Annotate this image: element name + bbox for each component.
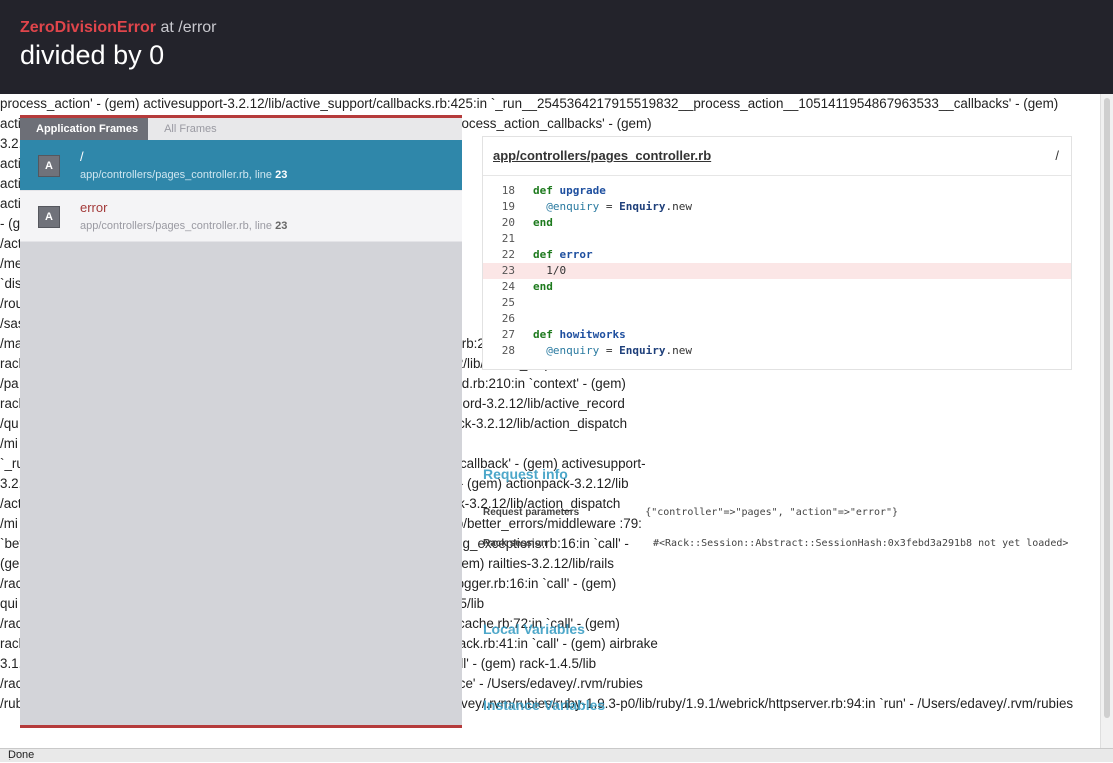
request-params-value: {"controller"=>"pages", "action"=>"error… xyxy=(645,507,899,518)
code-lines: 18 def upgrade 19 @enquiry = Enquiry.new … xyxy=(483,183,1071,359)
line-source: def upgrade xyxy=(533,184,606,197)
frames-panel: Application Frames All Frames A / app/co… xyxy=(20,115,462,728)
code-line: 25 xyxy=(483,295,1071,311)
tab-application-frames[interactable]: Application Frames xyxy=(20,118,149,140)
exception-name: ZeroDivisionError xyxy=(20,19,157,36)
error-header: ZeroDivisionError at /error divided by 0 xyxy=(0,0,1113,94)
line-source: end xyxy=(533,280,553,293)
code-header: app/controllers/pages_controller.rb / xyxy=(483,137,1071,176)
frame-item[interactable]: A / app/controllers/pages_controller.rb,… xyxy=(20,140,462,191)
code-line-highlighted: 23 1/0 xyxy=(483,263,1071,279)
frame-location: app/controllers/pages_controller.rb, lin… xyxy=(80,220,287,232)
code-line: 18 def upgrade xyxy=(483,183,1071,199)
exception-location: at /error xyxy=(160,19,217,36)
frame-location: app/controllers/pages_controller.rb, lin… xyxy=(80,169,287,181)
code-line: 22 def error xyxy=(483,247,1071,263)
line-number: 21 xyxy=(501,232,515,245)
code-line: 20 end xyxy=(483,215,1071,231)
vertical-scrollbar[interactable] xyxy=(1100,94,1113,748)
line-number: 25 xyxy=(501,296,515,309)
application-frame-badge: A xyxy=(38,206,60,228)
frame-tabs: Application Frames All Frames xyxy=(20,118,462,140)
exception-line: ZeroDivisionError at /error xyxy=(20,19,217,37)
line-source: 1/0 xyxy=(546,264,567,277)
line-source: def error xyxy=(533,248,593,261)
frame-line: 23 xyxy=(275,220,288,232)
line-number: 27 xyxy=(501,328,515,341)
line-source: @enquiry = Enquiry.new xyxy=(546,344,692,357)
line-number: 18 xyxy=(501,184,515,197)
scrollbar-thumb[interactable] xyxy=(1104,98,1110,718)
code-line: 28 @enquiry = Enquiry.new xyxy=(483,343,1071,359)
frame-item[interactable]: A error app/controllers/pages_controller… xyxy=(20,191,462,242)
rack-session-row: Rack session #<Rack::Session::Abstract::… xyxy=(483,538,1068,549)
frame-method-name: / xyxy=(80,149,84,164)
code-line: 24 end xyxy=(483,279,1071,295)
rack-session-value: #<Rack::Session::Abstract::SessionHash:0… xyxy=(652,538,1069,549)
line-number: 22 xyxy=(501,248,515,261)
line-source: end xyxy=(533,216,553,229)
line-number: 19 xyxy=(501,200,515,213)
status-bar: Done ⋰ xyxy=(0,748,1113,762)
line-number: 23 xyxy=(501,264,515,277)
code-line: 26 xyxy=(483,311,1071,327)
line-number: 24 xyxy=(501,280,515,293)
frame-line: 23 xyxy=(275,169,288,181)
code-line: 19 @enquiry = Enquiry.new xyxy=(483,199,1071,215)
line-source: def howitworks xyxy=(533,328,626,341)
instance-variables-title: Instance Variables xyxy=(483,697,606,713)
frame-method-name: error xyxy=(80,200,108,215)
line-number: 26 xyxy=(501,312,515,325)
frame-file: app/controllers/pages_controller.rb, lin… xyxy=(80,169,273,181)
code-line: 27 def howitworks xyxy=(483,327,1071,343)
tab-all-frames[interactable]: All Frames xyxy=(148,118,233,140)
request-params-label: Request parameters xyxy=(483,507,580,518)
code-panel: app/controllers/pages_controller.rb / 18… xyxy=(482,136,1072,370)
request-info-title: Request info xyxy=(483,466,568,482)
application-frame-badge: A xyxy=(38,155,60,177)
local-variables-title: Local Variables xyxy=(483,621,585,637)
line-number: 28 xyxy=(501,344,515,357)
code-path-slash: / xyxy=(1055,148,1059,163)
exception-message: divided by 0 xyxy=(20,40,165,70)
resize-grip-icon[interactable]: ⋰ xyxy=(8,750,1109,763)
code-line: 21 xyxy=(483,231,1071,247)
line-number: 20 xyxy=(501,216,515,229)
code-file-link[interactable]: app/controllers/pages_controller.rb xyxy=(493,148,711,163)
request-params-row: Request parameters {"controller"=>"pages… xyxy=(483,507,898,518)
backtrace-line: process_action' - (gem) activesupport-3.… xyxy=(0,96,1059,111)
frame-file: app/controllers/pages_controller.rb, lin… xyxy=(80,220,273,232)
line-source: @enquiry = Enquiry.new xyxy=(546,200,692,213)
rack-session-label: Rack session xyxy=(483,538,547,549)
